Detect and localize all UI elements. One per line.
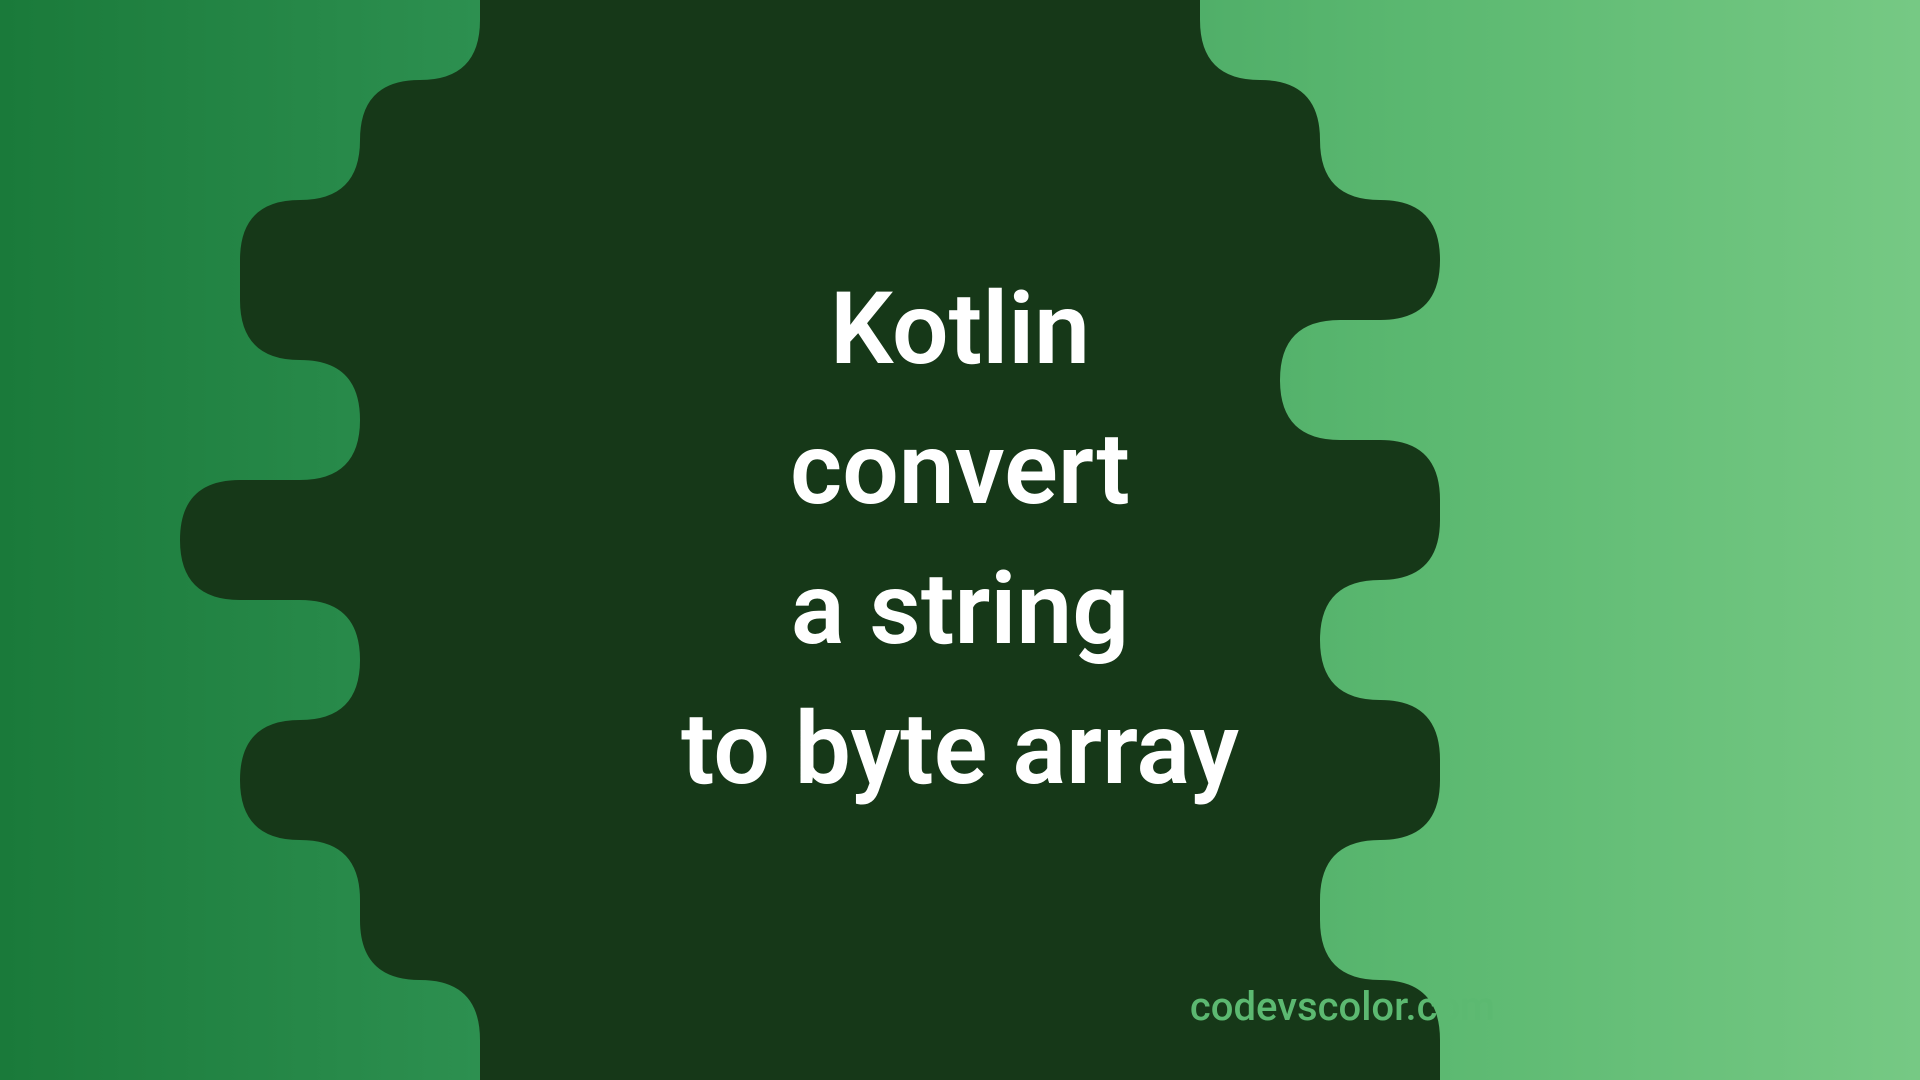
title-content: Kotlin convert a string to byte array [681, 260, 1239, 820]
title-line-2: convert [681, 400, 1239, 540]
watermark-text: codevscolor.com [1190, 983, 1495, 1030]
title-line-4: to byte array [681, 680, 1239, 820]
title-line-1: Kotlin [681, 260, 1239, 400]
title-line-3: a string [681, 540, 1239, 680]
